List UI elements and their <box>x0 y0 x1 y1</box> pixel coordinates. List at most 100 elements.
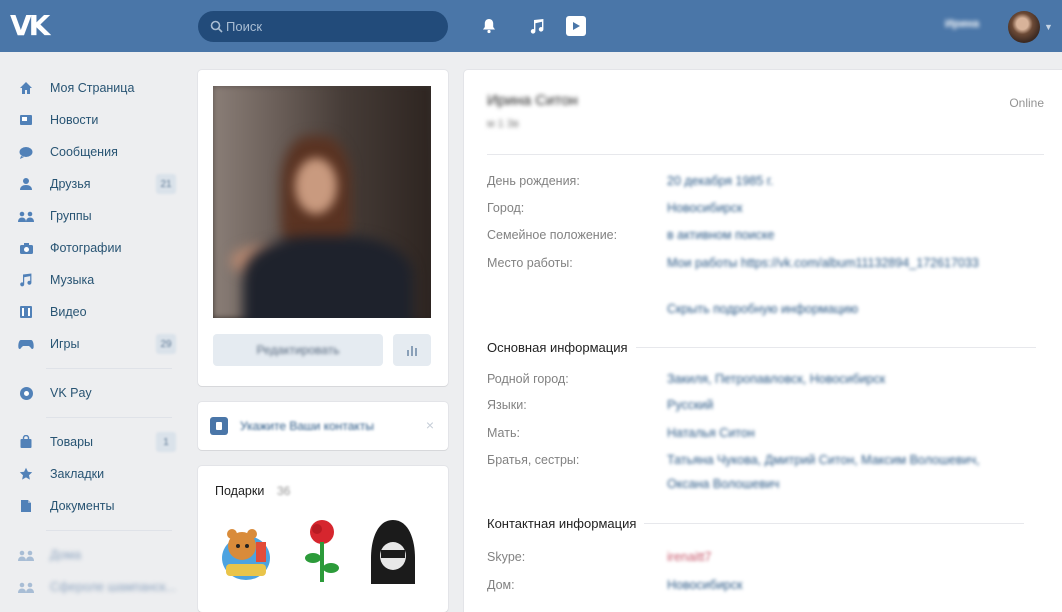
profile-photo[interactable] <box>213 86 431 318</box>
bell-icon[interactable] <box>478 14 500 38</box>
groups-icon <box>16 579 36 595</box>
search-placeholder: Поиск <box>226 19 263 34</box>
sidebar-item-documents[interactable]: Документы <box>14 490 186 522</box>
online-status: Online <box>1009 96 1044 110</box>
groups-icon <box>16 208 36 224</box>
sidebar-item-vkpay[interactable]: VK Pay <box>14 377 186 409</box>
section-divider <box>644 523 1025 524</box>
stats-button[interactable] <box>393 334 431 366</box>
info-value-link[interactable]: Новосибирск <box>667 578 742 592</box>
sidebar-item-friends[interactable]: Друзья 21 <box>14 168 186 200</box>
info-label: Дом: <box>487 578 515 592</box>
goods-count-badge: 1 <box>156 432 176 452</box>
divider <box>46 530 172 531</box>
gift-hood-icon[interactable] <box>368 516 418 588</box>
sidebar-item-photos[interactable]: Фотографии <box>14 232 186 264</box>
info-label: Родной город: <box>487 372 569 386</box>
stats-icon <box>407 345 417 356</box>
info-value-link[interactable]: irenaitt7 <box>667 550 711 564</box>
chevron-down-icon[interactable]: ▼ <box>1044 22 1053 32</box>
gift-bear-icon[interactable] <box>216 516 276 586</box>
sidebar-group-link[interactable]: Дома <box>14 539 186 571</box>
info-label: Skype: <box>487 550 526 564</box>
avatar[interactable] <box>1008 11 1040 43</box>
section-title: Контактная информация <box>487 516 637 531</box>
sidebar-item-label: Музыка <box>50 273 95 287</box>
sidebar-item-label: Товары <box>50 435 93 449</box>
user-name[interactable]: Ирина <box>945 18 1005 34</box>
sidebar-item-my-page[interactable]: Моя Страница <box>14 72 186 104</box>
sidebar-item-news[interactable]: Новости <box>14 104 186 136</box>
top-bar: VK Поиск Ирина ▼ <box>0 0 1062 52</box>
info-value-link[interactable]: Мои работы https://vk.com/album11132894_… <box>667 256 979 270</box>
sidebar-item-messages[interactable]: Сообщения <box>14 136 186 168</box>
close-icon[interactable]: × <box>426 417 434 433</box>
sidebar-item-music[interactable]: Музыка <box>14 264 186 296</box>
news-icon <box>16 112 36 128</box>
photo-body <box>243 236 413 318</box>
info-label: Место работы: <box>487 256 573 270</box>
sidebar-item-label: Игры <box>50 337 80 351</box>
video-icon <box>16 304 36 320</box>
music-icon <box>16 272 36 288</box>
contact-prompt-text: Укажите Ваши контакты <box>240 419 374 433</box>
info-label: Семейное положение: <box>487 228 618 242</box>
messages-icon <box>16 144 36 160</box>
sidebar-item-video[interactable]: Видео <box>14 296 186 328</box>
info-value-link[interactable]: Закиля, Петропавловск, Новосибирск <box>667 372 885 386</box>
music-note-icon[interactable] <box>526 14 548 38</box>
sidebar-item-games[interactable]: Игры 29 <box>14 328 186 360</box>
sidebar-item-label: Дома <box>50 548 82 562</box>
info-value-link[interactable]: Оксана Волошевич <box>667 477 779 491</box>
games-icon <box>16 336 36 352</box>
friends-icon <box>16 176 36 192</box>
info-value-link[interactable]: Наталья Ситон <box>667 426 755 440</box>
profile-name: Ирина Ситон <box>487 92 578 109</box>
vk-logo[interactable]: VK <box>10 6 58 46</box>
profile-status[interactable]: м 1 3в <box>487 118 519 130</box>
info-label: Мать: <box>487 426 520 440</box>
toggle-details-link[interactable]: Скрыть подробную информацию <box>667 302 858 316</box>
camera-icon <box>16 240 36 256</box>
info-label: День рождения: <box>487 174 580 188</box>
sidebar-item-label: Закладки <box>50 467 105 481</box>
sidebar-item-groups[interactable]: Группы <box>14 200 186 232</box>
sidebar-group-link[interactable]: Сфероле шампанск... <box>14 571 186 603</box>
bag-icon <box>16 434 36 450</box>
sidebar-item-label: Друзья <box>50 177 91 191</box>
gifts-card[interactable]: Подарки 36 <box>198 466 448 612</box>
document-icon <box>16 498 36 514</box>
gifts-count: 36 <box>277 484 291 498</box>
photo-face <box>295 158 337 214</box>
friends-count-badge: 21 <box>156 174 176 194</box>
gift-rose-icon[interactable] <box>300 516 344 586</box>
sidebar-item-label: Моя Страница <box>50 81 135 95</box>
info-label: Братья, сестры: <box>487 453 580 467</box>
info-value-link[interactable]: Русский <box>667 398 713 412</box>
section-contact-info: Контактная информация <box>487 516 1025 531</box>
sidebar-item-label: Документы <box>50 499 115 513</box>
info-value-link[interactable]: в активном поиске <box>667 228 774 242</box>
edit-profile-label: Редактировать <box>256 343 340 357</box>
info-label: Языки: <box>487 398 527 412</box>
sidebar-item-label: Новости <box>50 113 99 127</box>
groups-icon <box>16 547 36 563</box>
sidebar-item-label: VK Pay <box>50 386 92 400</box>
info-value-link[interactable]: Татьяна Чукова, Дмитрий Ситон, Максим Во… <box>667 453 980 467</box>
vkpay-icon <box>16 385 36 401</box>
profile-photo-card: Редактировать <box>198 70 448 386</box>
play-icon[interactable] <box>566 16 586 36</box>
section-divider <box>635 347 1036 348</box>
sidebar-item-label: Группы <box>50 209 92 223</box>
profile-info-card: Ирина Ситон м 1 3в Online День рождения:… <box>464 70 1062 612</box>
sidebar-item-label: Сообщения <box>50 145 118 159</box>
games-count-badge: 29 <box>156 334 176 354</box>
info-value-link[interactable]: 20 декабря 1985 г. <box>667 174 773 188</box>
edit-profile-button[interactable]: Редактировать <box>213 334 383 366</box>
info-value-link[interactable]: Новосибирск <box>667 201 742 215</box>
search-input[interactable]: Поиск <box>198 11 448 42</box>
sidebar-item-bookmarks[interactable]: Закладки <box>14 458 186 490</box>
sidebar-item-goods[interactable]: Товары 1 <box>14 426 186 458</box>
contact-prompt[interactable]: Укажите Ваши контакты × <box>198 402 448 450</box>
divider <box>46 417 172 418</box>
